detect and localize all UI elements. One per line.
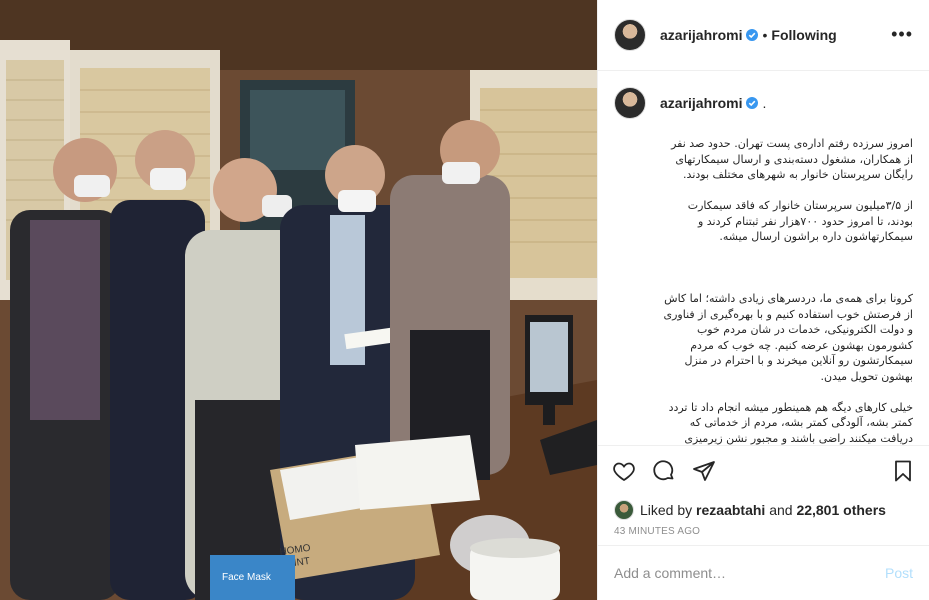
post-comment-button[interactable]: Post xyxy=(885,565,913,581)
liker-avatar[interactable] xyxy=(614,499,634,520)
header-username[interactable]: azarijahromi xyxy=(660,27,742,43)
post-sidebar: azarijahromi • Following ••• azarijahrom… xyxy=(597,0,929,600)
caption-username[interactable]: azarijahromi xyxy=(660,95,742,111)
share-icon[interactable] xyxy=(692,459,716,483)
bookmark-icon[interactable] xyxy=(891,459,915,483)
likes-others-link[interactable]: 22,801 others xyxy=(796,502,886,518)
mask-box-label: Face Mask xyxy=(222,572,272,583)
likes-row: Liked by rezaabtahi and 22,801 others xyxy=(598,496,929,523)
caption-paragraph: کرونا برای همه‌ی ما، دردسرهای زیادی داشت… xyxy=(663,292,913,383)
avatar[interactable] xyxy=(614,18,646,51)
separator-dot: • xyxy=(762,26,768,43)
instagram-post: HOMO POINT Face Mask azarijahromi • Foll… xyxy=(0,0,929,600)
caption-header: azarijahromi . xyxy=(614,86,913,119)
verified-badge-icon xyxy=(746,96,759,109)
post-photo[interactable]: HOMO POINT Face Mask xyxy=(0,0,597,600)
comment-box: Post xyxy=(598,545,929,600)
verified-badge-icon xyxy=(746,28,759,41)
likes-prefix: Liked by xyxy=(640,501,693,518)
caption-area: azarijahromi . امروز سرزده رفتم اداره‌ی … xyxy=(598,71,929,446)
comment-icon[interactable] xyxy=(652,459,676,483)
action-bar xyxy=(598,445,929,496)
caption-text: امروز سرزده رفتم اداره‌ی پست تهران. حدود… xyxy=(660,121,913,446)
caption-paragraph: امروز سرزده رفتم اداره‌ی پست تهران. حدود… xyxy=(671,137,913,182)
following-button[interactable]: Following xyxy=(771,27,836,43)
heart-icon[interactable] xyxy=(612,459,636,483)
comment-input[interactable] xyxy=(614,565,885,582)
liker-username[interactable]: rezaabtahi xyxy=(696,502,765,518)
caption-paragraph: از ۳/۵میلیون سرپرستان خانوار که فاقد سیم… xyxy=(687,199,913,244)
more-options-icon[interactable]: ••• xyxy=(891,24,913,45)
post-timestamp[interactable]: 43 MINUTES AGO xyxy=(598,524,929,546)
office-photo: HOMO POINT Face Mask xyxy=(0,0,597,600)
likes-conjunction: and xyxy=(769,501,793,518)
caption-suffix: . xyxy=(762,94,767,111)
post-header: azarijahromi • Following ••• xyxy=(598,0,929,71)
caption-gap xyxy=(660,260,913,276)
avatar[interactable] xyxy=(614,86,646,119)
caption-paragraph: خیلی کارهای دیگه هم همینطور میشه انجام د… xyxy=(668,400,913,445)
